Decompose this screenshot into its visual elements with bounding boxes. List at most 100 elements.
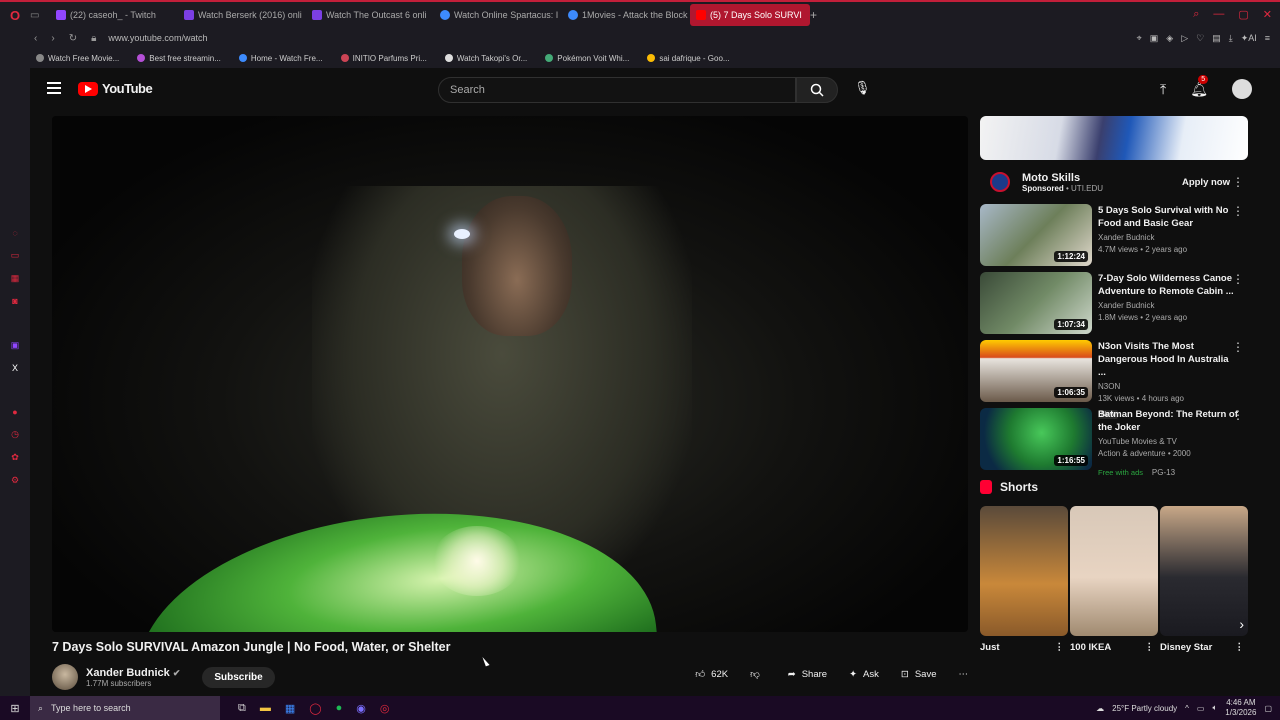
ad-logo[interactable] (990, 172, 1010, 192)
taskbar-search[interactable]: ⌕ Type here to search (30, 696, 220, 720)
store-icon[interactable]: ▦ (285, 702, 295, 715)
weather-text[interactable]: 25°F Partly cloudy (1112, 704, 1177, 713)
back-icon[interactable]: ‹ (34, 33, 37, 44)
browser-tab[interactable]: Watch Online Spartacus: I (434, 4, 562, 26)
search-input[interactable]: Search (438, 77, 796, 103)
guide-menu-icon[interactable] (47, 82, 61, 94)
spotify-sidebar-icon[interactable]: ● (12, 407, 17, 417)
short-thumbnail[interactable] (1070, 506, 1158, 636)
bookmark[interactable]: Watch Free Movie... (36, 54, 119, 63)
bookmark[interactable]: INITIO Parfums Pri... (340, 54, 427, 63)
clock[interactable]: 4:46 AM 1/3/2026 (1225, 698, 1256, 718)
ai-icon[interactable]: ✦AI (1241, 33, 1257, 44)
more-vert-icon[interactable]: ⋮ (1232, 340, 1244, 354)
ad-banner[interactable] (980, 116, 1248, 160)
voice-search-icon[interactable]: 🎙︎ (854, 80, 871, 96)
heart-icon[interactable]: ♡ (1196, 33, 1204, 44)
bookmark[interactable]: Watch Takopi's Or... (444, 54, 527, 63)
discord-icon[interactable]: ◉ (356, 702, 366, 715)
browser-tab[interactable]: Watch The Outcast 6 onli (306, 4, 434, 26)
apply-now-button[interactable]: Apply now (1182, 177, 1230, 188)
workspaces-icon[interactable]: ▭ (11, 250, 20, 261)
avatar[interactable] (1232, 79, 1252, 99)
chevron-right-icon[interactable]: › (1239, 616, 1244, 632)
minimize-icon[interactable]: — (1213, 8, 1224, 21)
bookmark[interactable]: Best free streamin... (137, 54, 221, 63)
channel-name[interactable]: Xander Budnick ✔ (86, 667, 180, 679)
short-thumbnail[interactable] (980, 506, 1068, 636)
video-thumbnail[interactable]: 1:12:24 (980, 204, 1092, 266)
player-icon[interactable]: ▷ (1181, 33, 1188, 44)
video-thumbnail[interactable]: 1:07:34 (980, 272, 1092, 334)
new-tab-icon[interactable]: + (810, 8, 826, 22)
network-icon[interactable]: ▭ (1197, 704, 1205, 713)
recommendation-item[interactable]: 1:06:35 N3on Visits The Most Dangerous H… (980, 340, 1248, 419)
short-title[interactable]: Disney Star ⋮ (1160, 642, 1248, 653)
video-player[interactable] (52, 116, 968, 632)
bookmark[interactable]: Pokémon Voit Whi... (545, 54, 629, 63)
notification-center-icon[interactable]: ▢ (1264, 704, 1272, 713)
browser-tab[interactable]: 1Movies - Attack the Block (562, 4, 690, 26)
bookmark[interactable]: Home - Watch Fre... (238, 54, 323, 63)
subscribe-button[interactable]: Subscribe (202, 666, 275, 688)
short-title[interactable]: Just ⋮ (980, 642, 1068, 653)
more-vert-icon[interactable]: ⋮ (1055, 642, 1065, 653)
extensions-icon[interactable]: ✿ (11, 452, 19, 463)
weather-icon[interactable]: ☁︎ (1096, 704, 1104, 713)
short-thumbnail[interactable] (1160, 506, 1248, 636)
youtube-logo[interactable]: YouTube (78, 81, 153, 96)
more-vert-icon[interactable]: ⋮ (1235, 642, 1245, 653)
url-field[interactable]: www.youtube.com/watch (108, 33, 207, 43)
volume-icon[interactable]: 🔈︎ (1212, 703, 1217, 713)
browser-tab[interactable]: Watch Berserk (2016) onli (178, 4, 306, 26)
video-thumbnail[interactable]: 1:06:35 (980, 340, 1092, 402)
dislike-button[interactable]: 👎︎ (750, 668, 766, 680)
browser-tab-active[interactable]: (5) 7 Days Solo SURVI (690, 4, 810, 26)
opera-logo-icon[interactable]: O (0, 8, 30, 23)
shield-icon[interactable]: ◈ (1166, 33, 1173, 44)
task-view-icon[interactable]: ⧉ (238, 702, 246, 715)
short-title[interactable]: 100 IKEA ⋮ (1070, 642, 1158, 653)
save-button[interactable]: ⊡ Save (901, 669, 937, 680)
windows-start-icon[interactable]: ⊞ (0, 702, 30, 715)
wallet-icon[interactable]: ▤ (1212, 33, 1221, 44)
ask-button[interactable]: ✦ Ask (849, 669, 879, 680)
snapshot-icon[interactable]: ▣ (1150, 33, 1159, 44)
opera-gx-icon[interactable]: ◎ (380, 702, 390, 715)
search-button[interactable] (796, 77, 838, 103)
more-vert-icon[interactable]: ⋮ (1232, 175, 1244, 189)
recommendation-item[interactable]: 1:16:55 Batman Beyond: The Return of the… (980, 408, 1248, 477)
like-button[interactable]: 👍︎ 62K (695, 668, 728, 680)
menu-icon[interactable]: ≡ (1265, 33, 1270, 44)
share-button[interactable]: ➦ Share (788, 669, 827, 680)
history-icon[interactable]: ◷ (11, 429, 19, 440)
more-vert-icon[interactable]: ⋮ (1232, 408, 1244, 422)
twitch-sidebar-icon[interactable]: ▣ (11, 340, 20, 351)
notifications-button[interactable]: 🔔︎ 5 (1190, 74, 1209, 98)
aria-icon[interactable]: ◌ (12, 228, 17, 238)
close-icon[interactable]: ✕ (1263, 8, 1272, 21)
settings-icon[interactable]: ⚙ (11, 475, 19, 486)
file-explorer-icon[interactable]: ▬ (260, 702, 271, 715)
pin-icon[interactable]: ⌖ (1137, 33, 1142, 44)
reload-icon[interactable]: ↻ (69, 33, 77, 44)
upload-icon[interactable]: ⤒ (1160, 81, 1166, 98)
spotify-icon[interactable]: ● (336, 702, 343, 715)
messenger-icon[interactable]: ◙ (12, 296, 17, 306)
x-sidebar-icon[interactable]: X (12, 363, 18, 373)
tray-chevron-icon[interactable]: ^ (1185, 704, 1189, 713)
more-vert-icon[interactable]: ⋮ (1145, 642, 1155, 653)
recommendation-item[interactable]: 1:12:24 5 Days Solo Survival with No Foo… (980, 204, 1248, 266)
search-tabs-icon[interactable]: ⌕ (1193, 8, 1199, 21)
recommendation-item[interactable]: 1:07:34 7-Day Solo Wilderness Canoe Adve… (980, 272, 1248, 334)
download-icon[interactable]: ⤓ (1229, 33, 1233, 44)
more-vert-icon[interactable]: ⋮ (1232, 272, 1244, 286)
tabs-icon[interactable]: ▦ (11, 273, 20, 284)
maximize-icon[interactable]: ▢ (1238, 8, 1248, 21)
tab-list-icon[interactable]: ▭ (30, 10, 50, 21)
channel-avatar[interactable] (52, 664, 78, 690)
more-vert-icon[interactable]: ⋮ (1232, 204, 1244, 218)
more-actions-icon[interactable]: ⋯ (959, 669, 969, 680)
video-thumbnail[interactable]: 1:16:55 (980, 408, 1092, 470)
browser-tab[interactable]: (22) caseoh_ - Twitch (50, 4, 178, 26)
